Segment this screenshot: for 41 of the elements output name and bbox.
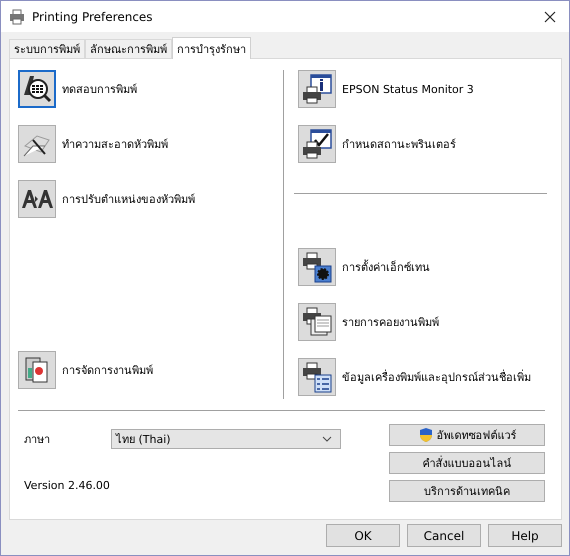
printer-window-icon bbox=[301, 73, 333, 105]
tool-label: EPSON Status Monitor 3 bbox=[342, 82, 474, 96]
side-button[interactable]: อัพเดทซอฟต์แวร์ bbox=[389, 424, 545, 446]
tab[interactable]: ลักษณะการพิมพ์ bbox=[85, 39, 172, 58]
printer-icon bbox=[301, 251, 333, 283]
printer-icon bbox=[9, 8, 25, 24]
side-button[interactable]: คำสั่งแบบออนไลน์ bbox=[389, 452, 545, 474]
language-dropdown[interactable]: ไทย (Thai) bbox=[111, 429, 341, 449]
dialog-button[interactable]: Cancel bbox=[407, 524, 481, 547]
tool-label: ทดสอบการพิมพ์ bbox=[62, 82, 137, 98]
dialog-button[interactable]: Help bbox=[488, 524, 562, 547]
printer-window-icon bbox=[301, 128, 333, 160]
tool-label: การปรับตำแหน่งของหัวพิมพ์ bbox=[62, 192, 195, 208]
tool-label: กำหนดสถานะพรินเตอร์ bbox=[342, 137, 456, 153]
job-manager-button[interactable] bbox=[18, 351, 56, 389]
window-title: Printing Preferences bbox=[32, 10, 154, 24]
tool-label: ทำความสะอาดหัวพิมพ์ bbox=[62, 137, 168, 153]
printer-info-button[interactable] bbox=[298, 358, 336, 396]
tool-label: รายการคอยงานพิมพ์ bbox=[342, 315, 439, 331]
tool-label: การตั้งค่าเอ็กซ์เทน bbox=[342, 258, 430, 276]
magnifier-icon bbox=[21, 73, 53, 105]
version-text: Version 2.46.00 bbox=[24, 479, 111, 492]
printer-icon bbox=[301, 306, 333, 338]
status-monitor-button[interactable] bbox=[298, 70, 336, 108]
printer-icon bbox=[301, 361, 333, 393]
tab[interactable]: ระบบการพิมพ์ bbox=[9, 39, 85, 58]
head-align-button[interactable] bbox=[18, 180, 56, 218]
extended-button[interactable] bbox=[298, 248, 336, 286]
tool-label: การจัดการงานพิมพ์ bbox=[62, 363, 153, 379]
language-label: ภาษา bbox=[24, 432, 51, 448]
nozzle-check-button[interactable] bbox=[18, 70, 56, 108]
tab[interactable]: การบำรุงรักษา bbox=[172, 37, 251, 59]
print-queue-button[interactable] bbox=[298, 303, 336, 341]
close-icon[interactable] bbox=[544, 10, 556, 22]
dialog-button[interactable]: OK bbox=[326, 524, 400, 547]
monitor-prefs-button[interactable] bbox=[298, 125, 336, 163]
tool-label: ข้อมูลเครื่องพิมพ์และอุปกรณ์ส่วนชื่อเพิ่ม bbox=[342, 368, 531, 386]
shield-icon bbox=[418, 427, 434, 443]
chevron-down-icon bbox=[322, 436, 332, 442]
head-clean-button[interactable] bbox=[18, 125, 56, 163]
side-button[interactable]: บริการด้านเทคนิค bbox=[389, 480, 545, 502]
